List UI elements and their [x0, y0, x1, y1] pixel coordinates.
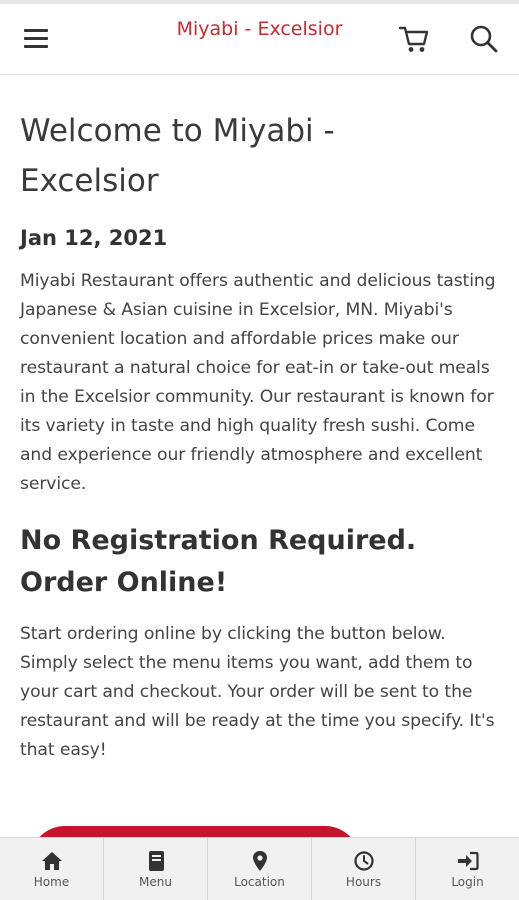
nav-location-label: Location	[234, 875, 285, 889]
nav-home-label: Home	[33, 875, 70, 889]
bottom-navigation: Home Menu Location Hours Login	[0, 837, 519, 900]
map-pin-icon	[252, 851, 267, 871]
nav-login[interactable]: Login	[416, 838, 519, 900]
nav-login-label: Login	[451, 875, 484, 889]
top-header: Miyabi - Excelsior	[0, 4, 519, 75]
home-icon	[41, 852, 62, 870]
menu-book-icon	[148, 851, 164, 871]
nav-hours-label: Hours	[345, 875, 382, 889]
site-title[interactable]: Miyabi - Excelsior	[0, 18, 519, 40]
search-icon[interactable]	[469, 24, 499, 54]
login-icon	[457, 851, 479, 871]
cart-icon[interactable]	[398, 24, 430, 54]
nav-home[interactable]: Home	[0, 838, 104, 900]
welcome-heading: Welcome to Miyabi - Excelsior	[20, 113, 335, 199]
post-date: Jan 12, 2021	[20, 226, 168, 250]
nav-menu[interactable]: Menu	[104, 838, 208, 900]
order-instructions-paragraph: Start ordering online by clicking the bu…	[20, 624, 495, 760]
clock-icon	[353, 851, 374, 871]
order-online-heading: No Registration Required. Order Online!	[20, 525, 417, 598]
intro-paragraph: Miyabi Restaurant offers authentic and d…	[20, 271, 496, 494]
nav-hours[interactable]: Hours	[312, 838, 416, 900]
nav-location[interactable]: Location	[208, 838, 312, 900]
nav-menu-label: Menu	[139, 875, 172, 889]
main-content: Welcome to Miyabi - Excelsior Jan 12, 20…	[0, 75, 519, 765]
